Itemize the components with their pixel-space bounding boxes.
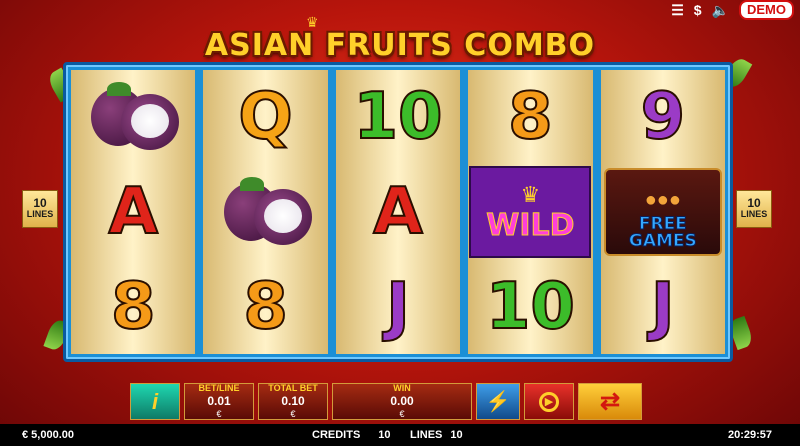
status-bar: € 5,000.00 CREDITS 10 LINES 10 20:29:57 bbox=[0, 424, 800, 446]
lines-label: LINES bbox=[740, 209, 768, 219]
symbol-J: J bbox=[385, 269, 411, 344]
reel-cell: ♛ WILD bbox=[468, 165, 592, 260]
symbol-9: 9 bbox=[640, 80, 687, 155]
lines-count: 10 bbox=[747, 196, 761, 210]
lines-display: LINES 10 bbox=[410, 429, 463, 441]
lines-indicator-right: 10 LINES bbox=[736, 190, 772, 228]
symbol-8: 8 bbox=[507, 80, 554, 155]
symbol-10: 10 bbox=[485, 269, 576, 344]
spin-button[interactable]: ⇄ bbox=[578, 383, 642, 420]
currency-icon[interactable]: $ bbox=[694, 2, 702, 18]
reel-cell: 8 bbox=[203, 259, 327, 354]
lines-label: LINES bbox=[26, 209, 54, 219]
bet-per-line-field[interactable]: BET/LINE 0.01 € bbox=[184, 383, 254, 420]
reel-1: A8 bbox=[71, 70, 196, 354]
reels-grid: A 8 Q 8 10 A J 8 ♛ WILD 10 9 ●●● FREE GAMES J bbox=[71, 70, 726, 354]
win-currency: € bbox=[399, 409, 405, 419]
paytable-icon[interactable]: ☰ bbox=[671, 2, 684, 19]
info-button[interactable]: i bbox=[130, 383, 180, 420]
reel-3: 10 A J bbox=[335, 70, 461, 354]
win-field: WIN 0.00 € bbox=[332, 383, 472, 420]
reel-cell bbox=[71, 70, 195, 165]
reel-cell bbox=[203, 165, 327, 260]
clock: 20:29:57 bbox=[727, 429, 772, 441]
total-bet-currency: € bbox=[290, 409, 296, 419]
lines-label: LINES bbox=[410, 429, 443, 441]
reel-cell: 9 bbox=[601, 70, 725, 165]
fruit-basket-icon: ●●● bbox=[644, 189, 681, 211]
reel-cell: Q bbox=[203, 70, 327, 165]
game-title: ASIAN FRUITS COMBO bbox=[204, 28, 596, 63]
wild-label: WILD bbox=[486, 207, 575, 243]
reel-cell: ●●● FREE GAMES bbox=[601, 165, 725, 260]
reel-cell: A bbox=[71, 165, 195, 260]
lines-count: 10 bbox=[33, 196, 47, 210]
win-value: 0.00 bbox=[390, 394, 414, 408]
reel-cell: J bbox=[601, 259, 725, 354]
sound-icon[interactable]: 🔈 bbox=[712, 2, 729, 19]
reel-4: 8 ♛ WILD 10 bbox=[468, 70, 593, 354]
demo-badge: DEMO bbox=[739, 0, 794, 20]
lines-indicator-left: 10 LINES bbox=[22, 190, 58, 228]
credits-value: 10 bbox=[378, 429, 391, 441]
symbol-Q: Q bbox=[237, 80, 293, 155]
bet-line-currency: € bbox=[216, 409, 222, 419]
reel-cell: 8 bbox=[71, 259, 195, 354]
symbol-A: A bbox=[107, 175, 159, 249]
bet-line-value: 0.01 bbox=[207, 394, 231, 408]
credits-display: CREDITS 10 bbox=[312, 429, 391, 441]
mangosteen-icon bbox=[87, 82, 180, 152]
mangosteen-icon bbox=[220, 177, 312, 247]
crown-icon: ♛ bbox=[520, 181, 541, 207]
reel-cell: J bbox=[336, 259, 460, 354]
spin-arrows-icon: ⇄ bbox=[599, 388, 621, 415]
reel-5: 9 ●●● FREE GAMES J bbox=[600, 70, 726, 354]
total-bet-value: 0.10 bbox=[281, 394, 305, 408]
games-label: GAMES bbox=[628, 231, 697, 251]
symbol-A: A bbox=[372, 175, 424, 249]
reel-cell: 10 bbox=[336, 70, 460, 165]
credits-label: CREDITS bbox=[312, 429, 361, 441]
autoplay-button[interactable]: ▶ bbox=[524, 383, 574, 420]
control-panel: i BET/LINE 0.01 € TOTAL BET 0.10 € WIN 0… bbox=[130, 383, 642, 420]
symbol-8: 8 bbox=[242, 269, 289, 344]
symbol-J: J bbox=[650, 269, 676, 344]
reel-2: Q8 bbox=[203, 70, 328, 354]
play-icon: ▶ bbox=[539, 391, 559, 412]
free-games-symbol: ●●● FREE GAMES bbox=[603, 168, 722, 256]
balance: € 5,000.00 bbox=[22, 429, 74, 441]
reel-frame: A 8 Q 8 10 A J 8 ♛ WILD 10 9 ●●● FREE GAMES J bbox=[63, 62, 733, 362]
lightning-icon: ⚡ bbox=[485, 391, 511, 413]
top-bar: ☰ $ 🔈 DEMO bbox=[671, 0, 800, 20]
wild-symbol: ♛ WILD bbox=[469, 166, 592, 258]
reel-cell: A bbox=[336, 165, 460, 260]
lines-value: 10 bbox=[450, 429, 463, 441]
reel-cell: 10 bbox=[468, 259, 592, 354]
symbol-8: 8 bbox=[110, 269, 157, 344]
total-bet-field: TOTAL BET 0.10 € bbox=[258, 383, 328, 420]
turbo-button[interactable]: ⚡ bbox=[476, 383, 520, 420]
reel-cell: 8 bbox=[468, 70, 592, 165]
symbol-10: 10 bbox=[352, 80, 443, 155]
